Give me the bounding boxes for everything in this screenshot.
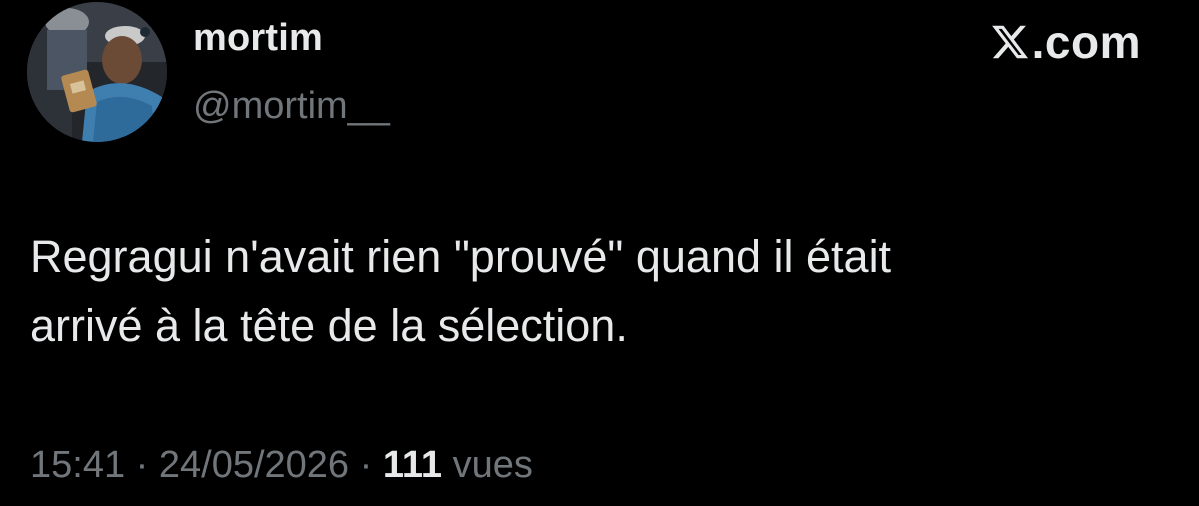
tweet-text-line: Regragui n'avait rien "prouvé" quand il … [30, 231, 892, 282]
avatar[interactable] [27, 2, 167, 142]
tweet-text-line: arrivé à la tête de la sélection. [30, 300, 628, 351]
brand-watermark: .com [989, 16, 1141, 68]
author-display-name[interactable]: mortim [193, 14, 323, 62]
views-count: 111 [382, 444, 443, 486]
brand-domain-text: .com [1031, 16, 1141, 68]
avatar-image [27, 2, 167, 142]
tweet-date[interactable]: 24/05/2026 [159, 444, 349, 486]
tweet-meta: 15:41 · 24/05/2026 · 111 vues [30, 440, 533, 490]
tweet-text: Regragui n'avait rien "prouvé" quand il … [30, 222, 1150, 360]
tweet-card: mortim @mortim__ .com Regragui n'avait r… [0, 0, 1199, 506]
author-handle[interactable]: @mortim__ [193, 82, 390, 130]
tweet-time[interactable]: 15:41 [30, 444, 125, 486]
meta-separator: · [349, 444, 383, 486]
x-logo-icon [991, 25, 1028, 59]
views-label: vues [452, 444, 533, 486]
meta-separator: · [125, 444, 159, 486]
